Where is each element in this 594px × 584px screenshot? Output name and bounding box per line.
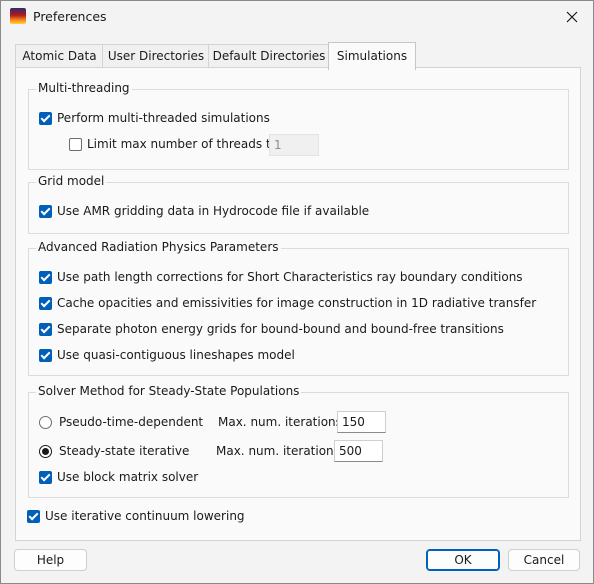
lineshapes-checkbox[interactable] bbox=[39, 349, 52, 362]
multithreading-group: Multi-threading Perform multi-threaded s… bbox=[28, 81, 569, 170]
steady-state-radio[interactable] bbox=[39, 445, 52, 458]
close-button[interactable] bbox=[561, 6, 583, 28]
help-button[interactable]: Help bbox=[14, 549, 87, 571]
max-threads-input[interactable] bbox=[269, 134, 319, 156]
tab-atomic-data[interactable]: Atomic Data bbox=[15, 44, 104, 68]
steady-state-label[interactable]: Steady-state iterative bbox=[59, 444, 189, 458]
continuum-lowering-label[interactable]: Use iterative continuum lowering bbox=[45, 509, 245, 523]
cache-opacities-label[interactable]: Cache opacities and emissivities for ima… bbox=[57, 296, 536, 310]
group-title: Grid model bbox=[36, 174, 107, 188]
steady-iterations-input[interactable] bbox=[334, 440, 383, 462]
steady-iterations-label: Max. num. iterations: bbox=[216, 444, 344, 458]
ok-button[interactable]: OK bbox=[426, 549, 500, 571]
pseudo-time-radio[interactable] bbox=[39, 416, 52, 429]
radiation-group: Advanced Radiation Physics Parameters Us… bbox=[28, 240, 569, 376]
pseudo-iterations-input[interactable] bbox=[337, 411, 386, 433]
title-bar: Preferences bbox=[1, 1, 593, 33]
pseudo-iterations-label: Max. num. iterations: bbox=[218, 415, 346, 429]
limit-threads-checkbox[interactable] bbox=[69, 138, 82, 151]
multithreaded-label[interactable]: Perform multi-threaded simulations bbox=[57, 111, 270, 125]
preferences-dialog: Preferences Atomic Data User Directories… bbox=[0, 0, 594, 584]
solver-group: Solver Method for Steady-State Populatio… bbox=[28, 384, 569, 498]
tab-user-directories[interactable]: User Directories bbox=[102, 44, 210, 68]
simulations-panel: Multi-threading Perform multi-threaded s… bbox=[15, 67, 581, 541]
block-matrix-checkbox[interactable] bbox=[39, 471, 52, 484]
pseudo-time-label[interactable]: Pseudo-time-dependent bbox=[59, 415, 203, 429]
tab-simulations[interactable]: Simulations bbox=[328, 42, 416, 70]
path-length-checkbox[interactable] bbox=[39, 271, 52, 284]
tab-default-directories[interactable]: Default Directories bbox=[208, 44, 330, 68]
separate-grids-label[interactable]: Separate photon energy grids for bound-b… bbox=[57, 322, 504, 336]
group-title: Advanced Radiation Physics Parameters bbox=[36, 240, 281, 254]
continuum-lowering-checkbox[interactable] bbox=[27, 510, 40, 523]
path-length-label[interactable]: Use path length corrections for Short Ch… bbox=[57, 270, 523, 284]
window-title: Preferences bbox=[33, 9, 107, 24]
limit-threads-label[interactable]: Limit max number of threads to: bbox=[87, 137, 282, 151]
grid-model-group: Grid model Use AMR gridding data in Hydr… bbox=[28, 174, 569, 234]
block-matrix-label[interactable]: Use block matrix solver bbox=[57, 470, 198, 484]
multithreaded-checkbox[interactable] bbox=[39, 112, 52, 125]
close-icon bbox=[566, 11, 578, 23]
amr-label[interactable]: Use AMR gridding data in Hydrocode file … bbox=[57, 204, 369, 218]
amr-checkbox[interactable] bbox=[39, 205, 52, 218]
lineshapes-label[interactable]: Use quasi-contiguous lineshapes model bbox=[57, 348, 295, 362]
group-title: Multi-threading bbox=[36, 81, 132, 95]
app-logo-icon bbox=[10, 8, 26, 24]
cache-opacities-checkbox[interactable] bbox=[39, 297, 52, 310]
group-title: Solver Method for Steady-State Populatio… bbox=[36, 384, 302, 398]
cancel-button[interactable]: Cancel bbox=[508, 549, 580, 571]
separate-grids-checkbox[interactable] bbox=[39, 323, 52, 336]
